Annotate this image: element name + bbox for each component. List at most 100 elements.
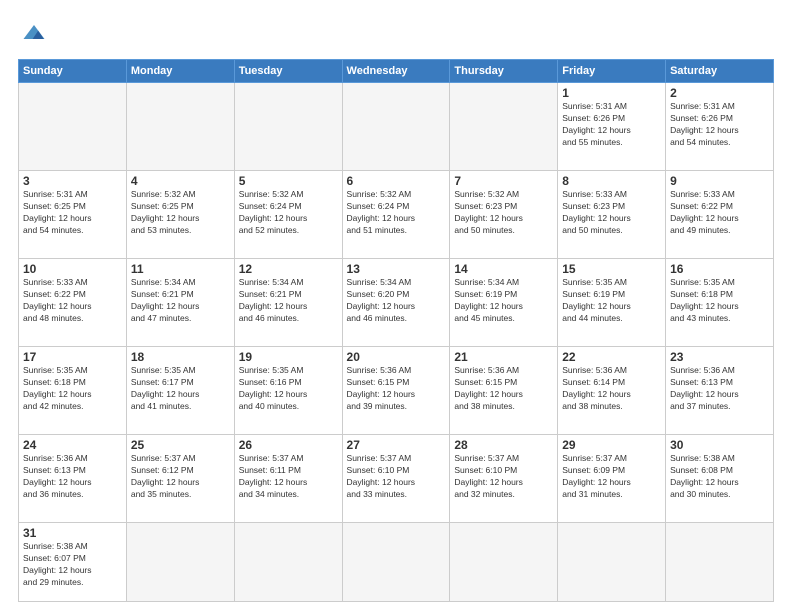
calendar-cell: 21Sunrise: 5:36 AM Sunset: 6:15 PM Dayli… [450, 347, 558, 435]
calendar-table: SundayMondayTuesdayWednesdayThursdayFrid… [18, 59, 774, 602]
day-info: Sunrise: 5:35 AM Sunset: 6:17 PM Dayligh… [131, 365, 230, 413]
day-number: 28 [454, 438, 553, 452]
header [18, 18, 774, 51]
day-info: Sunrise: 5:34 AM Sunset: 6:20 PM Dayligh… [347, 277, 446, 325]
calendar-cell [450, 523, 558, 602]
calendar-cell: 5Sunrise: 5:32 AM Sunset: 6:24 PM Daylig… [234, 171, 342, 259]
calendar-cell: 23Sunrise: 5:36 AM Sunset: 6:13 PM Dayli… [666, 347, 774, 435]
calendar-cell [126, 83, 234, 171]
day-info: Sunrise: 5:31 AM Sunset: 6:26 PM Dayligh… [562, 101, 661, 149]
day-number: 17 [23, 350, 122, 364]
day-info: Sunrise: 5:34 AM Sunset: 6:21 PM Dayligh… [239, 277, 338, 325]
day-info: Sunrise: 5:32 AM Sunset: 6:25 PM Dayligh… [131, 189, 230, 237]
day-info: Sunrise: 5:37 AM Sunset: 6:09 PM Dayligh… [562, 453, 661, 501]
day-info: Sunrise: 5:32 AM Sunset: 6:23 PM Dayligh… [454, 189, 553, 237]
day-number: 13 [347, 262, 446, 276]
day-info: Sunrise: 5:35 AM Sunset: 6:18 PM Dayligh… [670, 277, 769, 325]
day-number: 22 [562, 350, 661, 364]
day-info: Sunrise: 5:32 AM Sunset: 6:24 PM Dayligh… [347, 189, 446, 237]
calendar-cell [234, 523, 342, 602]
calendar-cell [234, 83, 342, 171]
calendar-cell [342, 83, 450, 171]
calendar-cell: 11Sunrise: 5:34 AM Sunset: 6:21 PM Dayli… [126, 259, 234, 347]
calendar-cell: 31Sunrise: 5:38 AM Sunset: 6:07 PM Dayli… [19, 523, 127, 602]
day-info: Sunrise: 5:37 AM Sunset: 6:10 PM Dayligh… [347, 453, 446, 501]
day-number: 18 [131, 350, 230, 364]
day-number: 29 [562, 438, 661, 452]
day-info: Sunrise: 5:36 AM Sunset: 6:15 PM Dayligh… [347, 365, 446, 413]
calendar-cell: 24Sunrise: 5:36 AM Sunset: 6:13 PM Dayli… [19, 435, 127, 523]
day-info: Sunrise: 5:33 AM Sunset: 6:23 PM Dayligh… [562, 189, 661, 237]
calendar-cell: 28Sunrise: 5:37 AM Sunset: 6:10 PM Dayli… [450, 435, 558, 523]
day-header-friday: Friday [558, 60, 666, 83]
calendar-cell [342, 523, 450, 602]
day-number: 30 [670, 438, 769, 452]
day-number: 23 [670, 350, 769, 364]
calendar-cell [666, 523, 774, 602]
day-number: 7 [454, 174, 553, 188]
day-info: Sunrise: 5:31 AM Sunset: 6:25 PM Dayligh… [23, 189, 122, 237]
calendar-cell: 20Sunrise: 5:36 AM Sunset: 6:15 PM Dayli… [342, 347, 450, 435]
day-number: 9 [670, 174, 769, 188]
day-header-tuesday: Tuesday [234, 60, 342, 83]
day-number: 14 [454, 262, 553, 276]
calendar-cell: 25Sunrise: 5:37 AM Sunset: 6:12 PM Dayli… [126, 435, 234, 523]
calendar-cell: 6Sunrise: 5:32 AM Sunset: 6:24 PM Daylig… [342, 171, 450, 259]
day-header-sunday: Sunday [19, 60, 127, 83]
calendar-cell: 18Sunrise: 5:35 AM Sunset: 6:17 PM Dayli… [126, 347, 234, 435]
calendar-cell [450, 83, 558, 171]
calendar-cell: 13Sunrise: 5:34 AM Sunset: 6:20 PM Dayli… [342, 259, 450, 347]
day-number: 8 [562, 174, 661, 188]
calendar-cell: 14Sunrise: 5:34 AM Sunset: 6:19 PM Dayli… [450, 259, 558, 347]
day-number: 25 [131, 438, 230, 452]
logo [18, 18, 48, 51]
day-number: 21 [454, 350, 553, 364]
day-number: 6 [347, 174, 446, 188]
calendar-cell: 29Sunrise: 5:37 AM Sunset: 6:09 PM Dayli… [558, 435, 666, 523]
day-number: 19 [239, 350, 338, 364]
day-info: Sunrise: 5:34 AM Sunset: 6:21 PM Dayligh… [131, 277, 230, 325]
calendar-cell [558, 523, 666, 602]
day-number: 20 [347, 350, 446, 364]
day-info: Sunrise: 5:36 AM Sunset: 6:14 PM Dayligh… [562, 365, 661, 413]
day-info: Sunrise: 5:35 AM Sunset: 6:19 PM Dayligh… [562, 277, 661, 325]
calendar-cell: 8Sunrise: 5:33 AM Sunset: 6:23 PM Daylig… [558, 171, 666, 259]
calendar-cell: 9Sunrise: 5:33 AM Sunset: 6:22 PM Daylig… [666, 171, 774, 259]
calendar-cell: 15Sunrise: 5:35 AM Sunset: 6:19 PM Dayli… [558, 259, 666, 347]
day-info: Sunrise: 5:38 AM Sunset: 6:08 PM Dayligh… [670, 453, 769, 501]
logo-icon [20, 18, 48, 46]
day-info: Sunrise: 5:32 AM Sunset: 6:24 PM Dayligh… [239, 189, 338, 237]
calendar-cell: 26Sunrise: 5:37 AM Sunset: 6:11 PM Dayli… [234, 435, 342, 523]
calendar-cell: 2Sunrise: 5:31 AM Sunset: 6:26 PM Daylig… [666, 83, 774, 171]
calendar-cell: 3Sunrise: 5:31 AM Sunset: 6:25 PM Daylig… [19, 171, 127, 259]
day-number: 4 [131, 174, 230, 188]
day-info: Sunrise: 5:37 AM Sunset: 6:10 PM Dayligh… [454, 453, 553, 501]
day-info: Sunrise: 5:38 AM Sunset: 6:07 PM Dayligh… [23, 541, 122, 589]
day-header-thursday: Thursday [450, 60, 558, 83]
day-header-saturday: Saturday [666, 60, 774, 83]
calendar-cell: 10Sunrise: 5:33 AM Sunset: 6:22 PM Dayli… [19, 259, 127, 347]
calendar-cell: 19Sunrise: 5:35 AM Sunset: 6:16 PM Dayli… [234, 347, 342, 435]
day-info: Sunrise: 5:35 AM Sunset: 6:16 PM Dayligh… [239, 365, 338, 413]
day-info: Sunrise: 5:33 AM Sunset: 6:22 PM Dayligh… [23, 277, 122, 325]
calendar-cell: 1Sunrise: 5:31 AM Sunset: 6:26 PM Daylig… [558, 83, 666, 171]
day-number: 15 [562, 262, 661, 276]
day-number: 11 [131, 262, 230, 276]
day-number: 2 [670, 86, 769, 100]
calendar-cell: 12Sunrise: 5:34 AM Sunset: 6:21 PM Dayli… [234, 259, 342, 347]
calendar-cell: 17Sunrise: 5:35 AM Sunset: 6:18 PM Dayli… [19, 347, 127, 435]
day-number: 12 [239, 262, 338, 276]
calendar-cell: 4Sunrise: 5:32 AM Sunset: 6:25 PM Daylig… [126, 171, 234, 259]
day-info: Sunrise: 5:33 AM Sunset: 6:22 PM Dayligh… [670, 189, 769, 237]
day-number: 5 [239, 174, 338, 188]
day-number: 1 [562, 86, 661, 100]
day-number: 24 [23, 438, 122, 452]
calendar-cell: 30Sunrise: 5:38 AM Sunset: 6:08 PM Dayli… [666, 435, 774, 523]
day-header-wednesday: Wednesday [342, 60, 450, 83]
day-number: 16 [670, 262, 769, 276]
day-info: Sunrise: 5:31 AM Sunset: 6:26 PM Dayligh… [670, 101, 769, 149]
day-number: 10 [23, 262, 122, 276]
day-info: Sunrise: 5:36 AM Sunset: 6:15 PM Dayligh… [454, 365, 553, 413]
day-info: Sunrise: 5:36 AM Sunset: 6:13 PM Dayligh… [670, 365, 769, 413]
day-number: 27 [347, 438, 446, 452]
